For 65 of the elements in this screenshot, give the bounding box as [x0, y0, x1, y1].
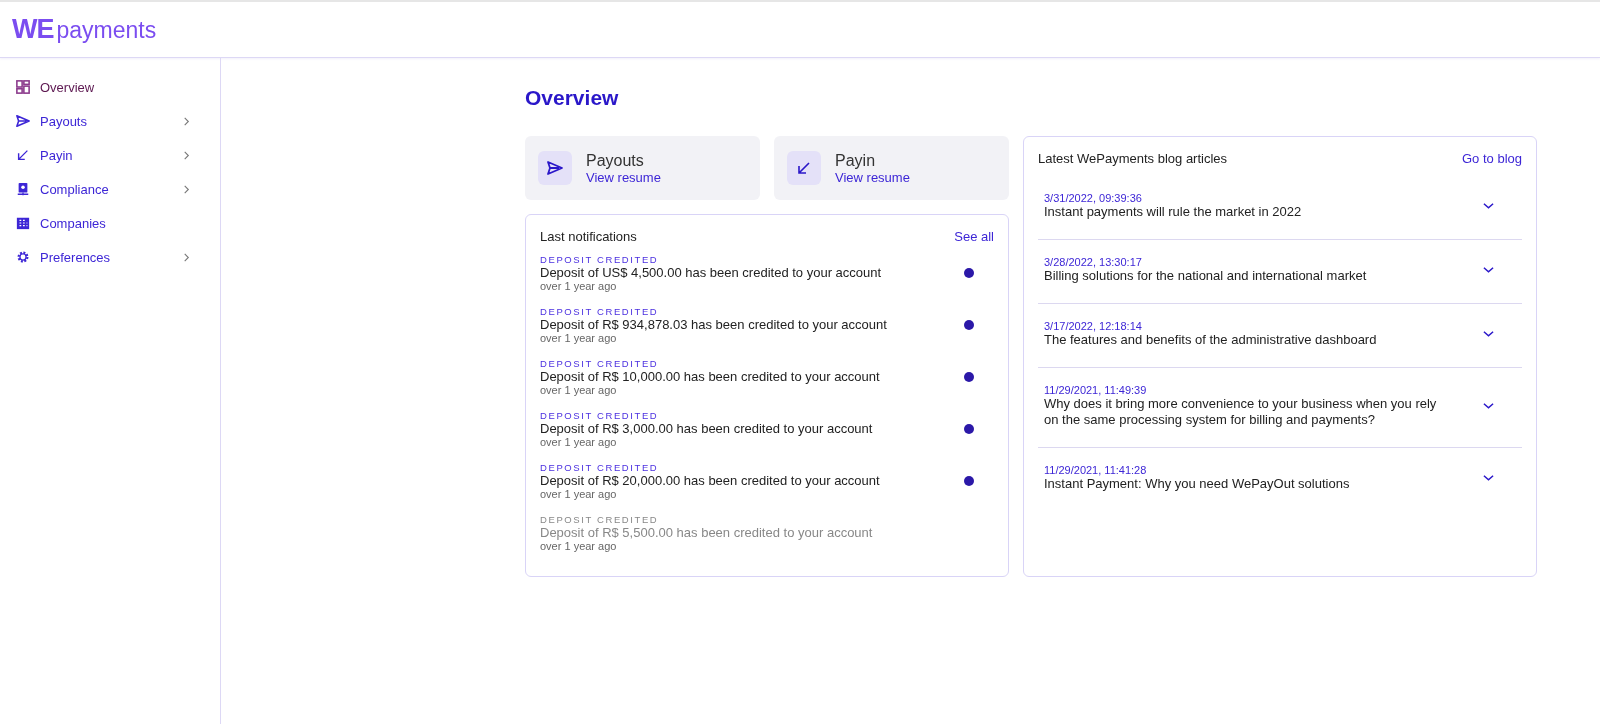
article-date: 11/29/2021, 11:41:28: [1044, 464, 1148, 476]
sidebar-item[interactable]: Preferences: [0, 240, 220, 274]
logo-text[interactable]: payments: [56, 17, 157, 44]
article-date: 11/29/2021, 11:49:39: [1044, 384, 1148, 396]
notification-message: Deposit of R$ 5,500.00 has been credited to your account: [540, 525, 874, 540]
logo-mark[interactable]: WE: [12, 14, 54, 45]
building-icon: [16, 216, 30, 230]
unread-dot: [964, 320, 974, 330]
notification-message: Deposit of R$ 934,878.03 has been credited to your account: [540, 317, 888, 332]
send-icon: [16, 114, 30, 128]
sidebar-item[interactable]: Companies: [0, 206, 220, 240]
chevron-down-icon[interactable]: [1483, 266, 1494, 274]
sidebar-item[interactable]: Compliance: [0, 172, 220, 206]
article-title: Billing solutions for the national and international market: [1044, 268, 1368, 284]
card-title: Latest WePayments blog articles: [1038, 151, 1228, 166]
chevron-down-icon[interactable]: [1483, 330, 1494, 338]
notification-time: over 1 year ago: [540, 332, 618, 344]
settings-icon: [16, 250, 30, 264]
chevron-down-icon[interactable]: [1483, 474, 1494, 482]
shortcut-title: Payouts: [586, 151, 645, 170]
shortcut-title: Payin: [835, 151, 877, 170]
notification-type: DEPOSIT CREDITED: [540, 514, 660, 525]
article-title: Why does it bring more convenience to your business when you rely on the same processing system for billing and payments?: [1044, 396, 1438, 428]
notification-time: over 1 year ago: [540, 540, 618, 552]
go-to-blog-link[interactable]: Go to blog: [1462, 151, 1522, 166]
notification-time: over 1 year ago: [540, 384, 618, 396]
view-resume-link[interactable]: View resume: [835, 169, 910, 185]
arrow-icon: [16, 148, 30, 162]
article-date: 3/28/2022, 13:30:17: [1044, 256, 1143, 268]
notification-type: DEPOSIT CREDITED: [540, 410, 660, 421]
article-title: Instant Payment: Why you need WePayOut solutions: [1044, 476, 1351, 492]
chevron-down-icon[interactable]: [1483, 402, 1494, 410]
shortcut-card[interactable]: Payouts View resume: [525, 136, 760, 200]
view-resume-link[interactable]: View resume: [586, 169, 661, 185]
notification-time: over 1 year ago: [540, 280, 618, 292]
notification-message: Deposit of US$ 4,500.00 has been credited to your account: [540, 265, 883, 280]
article-title: The features and benefits of the administrative dashboard: [1044, 332, 1378, 348]
notification-message: Deposit of R$ 20,000.00 has been credited to your account: [540, 473, 881, 488]
unread-dot: [964, 476, 974, 486]
notification-message: Deposit of R$ 3,000.00 has been credited to your account: [540, 421, 874, 436]
notification-type: DEPOSIT CREDITED: [540, 358, 660, 369]
article-date: 3/31/2022, 09:39:36: [1044, 192, 1143, 204]
sidebar-item[interactable]: Payin: [0, 138, 220, 172]
shortcut-icon: [538, 151, 572, 185]
notification-time: over 1 year ago: [540, 436, 618, 448]
shortcut-icon: [787, 151, 821, 185]
unread-dot: [964, 424, 974, 434]
notification-time: over 1 year ago: [540, 488, 618, 500]
shortcut-card[interactable]: Payin View resume: [774, 136, 1009, 200]
sidebar-item[interactable]: Overview: [0, 70, 220, 104]
sidebar-item[interactable]: Payouts: [0, 104, 220, 138]
monitor-icon: [16, 182, 30, 196]
grid-icon: [16, 80, 30, 94]
unread-dot: [964, 372, 974, 382]
see-all-link[interactable]: See all: [954, 229, 994, 244]
notification-type: DEPOSIT CREDITED: [540, 462, 660, 473]
article-date: 3/17/2022, 12:18:14: [1044, 320, 1143, 332]
notification-message: Deposit of R$ 10,000.00 has been credited to your account: [540, 369, 881, 384]
notification-type: DEPOSIT CREDITED: [540, 254, 660, 265]
chevron-down-icon[interactable]: [1483, 202, 1494, 210]
article-title: Instant payments will rule the market in 2022: [1044, 204, 1303, 220]
card-title: Last notifications: [540, 229, 637, 244]
notification-type: DEPOSIT CREDITED: [540, 306, 660, 317]
page-title: Overview: [525, 86, 620, 110]
unread-dot: [964, 268, 974, 278]
